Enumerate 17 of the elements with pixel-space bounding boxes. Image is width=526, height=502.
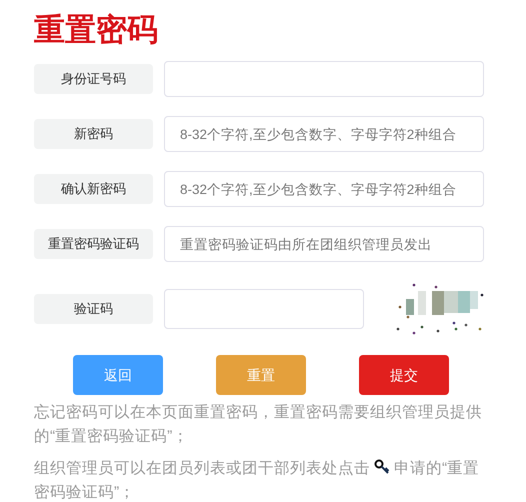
action-button[interactable]: 返回 [73,355,163,395]
action-button[interactable]: 提交 [359,355,449,395]
input-field[interactable]: 8-32个字符,至少包含数字、字母字符2种组合 [164,171,484,207]
field-label: 重置密码验证码 [34,229,153,259]
field-label: 验证码 [34,294,153,324]
key-icon [374,459,390,475]
action-button[interactable]: 重置 [216,355,306,395]
field-label: 新密码 [34,119,153,149]
note-text: 组织管理员可以在团员列表或团干部列表处点击 申请的“重置密码验证码”； [34,458,480,502]
input-field[interactable]: 8-32个字符,至少包含数字、字母字符2种组合 [164,116,484,152]
field-label: 确认新密码 [34,174,153,204]
captcha-field[interactable] [164,289,364,329]
field-label: 身份证号码 [34,64,153,94]
input-field[interactable]: 重置密码验证码由所在团组织管理员发出 [164,226,484,262]
page-title: 重置密码 [34,11,159,50]
input-field[interactable] [164,61,484,97]
note-text: 忘记密码可以在本页面重置密码，重置密码需要组织管理员提供的“重置密码验证码”； [34,402,483,447]
